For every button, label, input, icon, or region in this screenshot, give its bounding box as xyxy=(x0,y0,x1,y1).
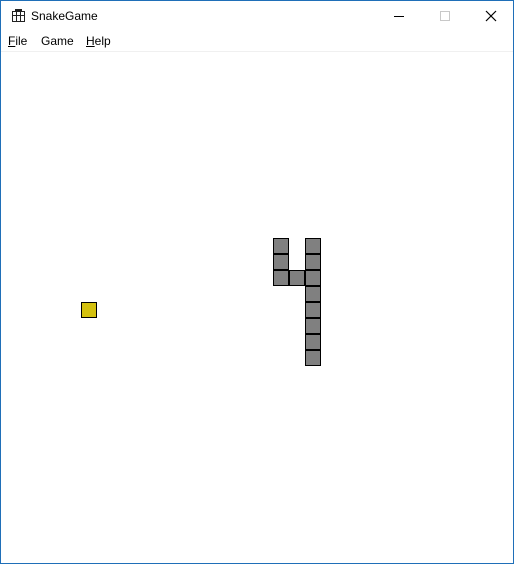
food-pellet xyxy=(81,302,97,318)
window-title: SnakeGame xyxy=(31,9,98,23)
minimize-button[interactable] xyxy=(376,1,422,32)
menu-help[interactable]: Help xyxy=(86,34,111,49)
snake-segment xyxy=(305,350,321,366)
snake-segment xyxy=(273,238,289,254)
minimize-icon xyxy=(394,16,404,17)
snake-segment xyxy=(305,334,321,350)
menu-game[interactable]: Game xyxy=(41,34,74,49)
snake-segment xyxy=(305,270,321,286)
snake-segment xyxy=(305,286,321,302)
menu-help-mnemonic: H xyxy=(86,34,95,48)
snake-segment xyxy=(305,302,321,318)
close-icon xyxy=(485,10,497,22)
game-board[interactable] xyxy=(1,52,513,563)
maximize-button[interactable] xyxy=(422,1,468,32)
close-button[interactable] xyxy=(468,1,513,32)
snake-game-window: SnakeGame File Game Help xyxy=(0,0,514,564)
snake-segment xyxy=(305,254,321,270)
maximize-icon xyxy=(440,11,450,21)
menu-bar: File Game Help xyxy=(1,32,513,52)
snake-segment xyxy=(273,254,289,270)
snake-segment xyxy=(305,318,321,334)
snake-segment xyxy=(273,270,289,286)
title-bar[interactable]: SnakeGame xyxy=(1,1,513,32)
snake-segment xyxy=(305,238,321,254)
snake-segment xyxy=(289,270,305,286)
app-icon xyxy=(12,9,25,22)
menu-file[interactable]: File xyxy=(8,34,27,49)
menu-help-label: elp xyxy=(94,34,111,48)
menu-file-label: ile xyxy=(15,34,28,48)
